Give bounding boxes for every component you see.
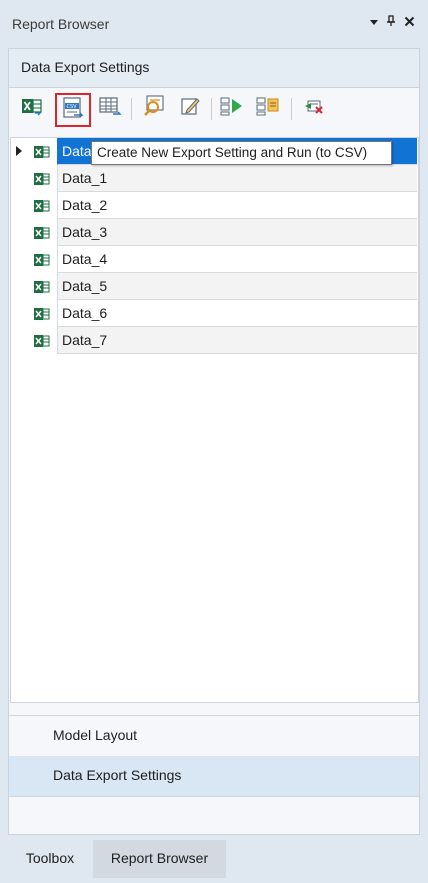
table-row[interactable]: Data_1: [11, 165, 417, 192]
table-row[interactable]: Data_6: [11, 300, 417, 327]
row-name: Data_2: [57, 192, 417, 219]
pin-icon[interactable]: [386, 14, 396, 30]
table-row[interactable]: Data_4: [11, 246, 417, 273]
excel-icon: [27, 219, 57, 246]
row-name: Data_5: [57, 273, 417, 300]
table-icon: [98, 95, 122, 122]
section-title: Data Export Settings: [21, 59, 150, 75]
excel-icon: [27, 246, 57, 273]
edit-icon: [179, 95, 201, 122]
row-name: Data_6: [57, 300, 417, 327]
excel-icon: [21, 96, 43, 121]
row-name: Data_1: [57, 165, 417, 192]
nav-label: Model Layout: [53, 727, 138, 743]
tooltip: Create New Export Setting and Run (to CS…: [91, 141, 392, 165]
svg-text:CSV: CSV: [67, 104, 78, 110]
excel-icon: [27, 138, 57, 165]
export-settings-icon: [255, 95, 281, 122]
tab-report-browser[interactable]: Report Browser: [93, 840, 226, 878]
excel-icon: [27, 192, 57, 219]
excel-icon: [27, 300, 57, 327]
excel-icon: [27, 327, 57, 354]
new-export-csv-button[interactable]: CSV: [55, 93, 91, 127]
search-settings-button[interactable]: [141, 94, 167, 123]
export-settings-button[interactable]: [255, 95, 281, 121]
toolbar-separator: [131, 98, 132, 120]
table-row[interactable]: Data_5: [11, 273, 417, 300]
toolbar-separator: [291, 98, 292, 120]
new-export-excel-button[interactable]: [19, 95, 45, 121]
excel-icon: [27, 165, 57, 192]
table-row[interactable]: Data_3: [11, 219, 417, 246]
table-row[interactable]: Data_2: [11, 192, 417, 219]
row-name: Data_3: [57, 219, 417, 246]
run-export-icon: [219, 95, 245, 122]
toolbar-separator: [211, 98, 212, 120]
expand-arrow-icon[interactable]: [16, 146, 22, 156]
delete-button[interactable]: [301, 95, 327, 121]
delete-icon: [302, 95, 326, 122]
search-settings-icon: [142, 94, 166, 123]
nav-label: Data Export Settings: [53, 767, 182, 783]
nav-model-layout[interactable]: Model Layout: [9, 715, 419, 757]
edit-button[interactable]: [177, 95, 203, 121]
table-row[interactable]: Data_7: [11, 327, 417, 354]
row-name: Data_4: [57, 246, 417, 273]
nav-data-export-settings[interactable]: Data Export Settings: [9, 756, 419, 797]
csv-icon: CSV: [61, 96, 85, 125]
row-name: Data_7: [57, 327, 417, 354]
close-icon[interactable]: [404, 14, 415, 30]
dropdown-icon[interactable]: [369, 14, 379, 30]
excel-icon: [27, 273, 57, 300]
new-export-table-button[interactable]: [97, 95, 123, 121]
tab-toolbox[interactable]: Toolbox: [10, 840, 90, 878]
panel-title: Report Browser: [12, 16, 110, 32]
run-export-button[interactable]: [219, 95, 245, 121]
